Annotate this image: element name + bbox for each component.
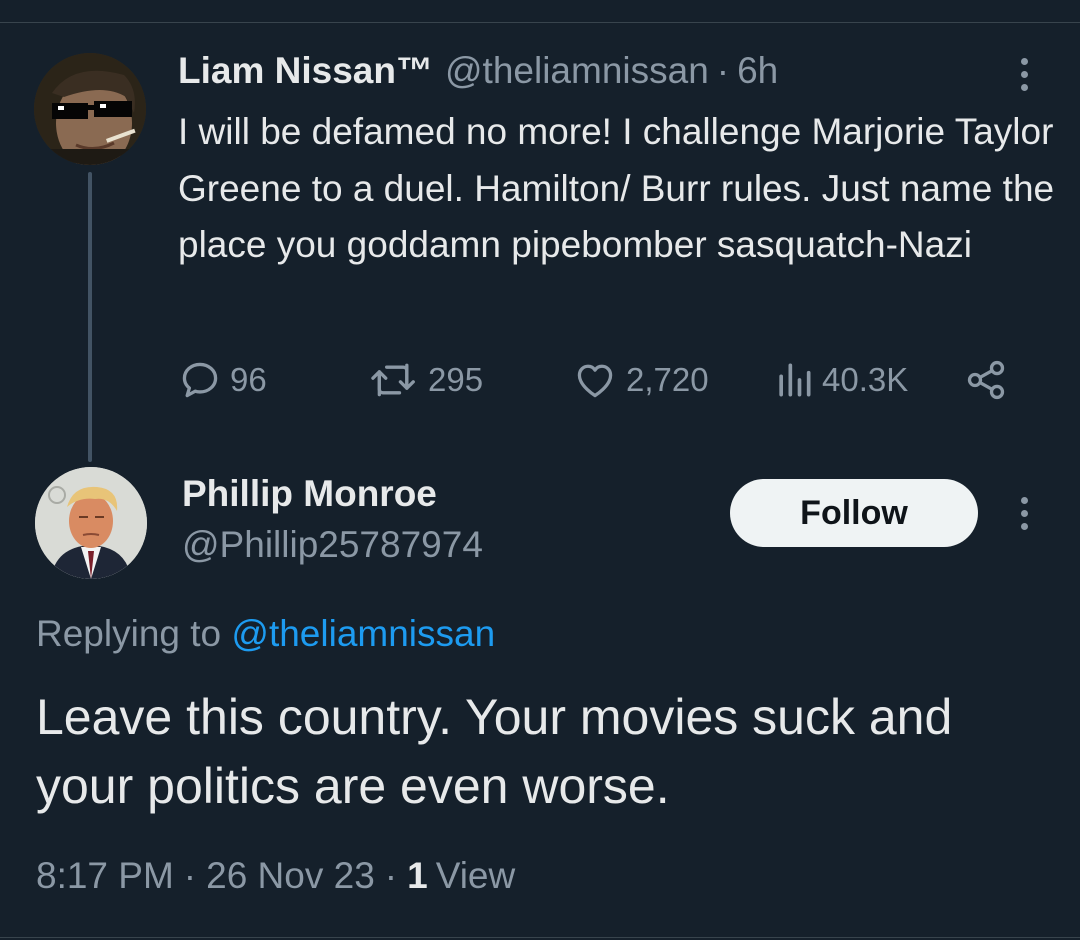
reply-icon bbox=[182, 362, 218, 398]
replying-to-line: Replying to @theliamnissan bbox=[36, 613, 495, 655]
more-icon[interactable] bbox=[1010, 497, 1038, 537]
reply-view-label[interactable]: View bbox=[436, 855, 516, 897]
views-icon bbox=[779, 363, 811, 397]
parent-handle[interactable]: @theliamnissan bbox=[445, 50, 709, 92]
parent-timestamp[interactable]: 6h bbox=[737, 50, 778, 92]
replying-mention-link[interactable]: @theliamnissan bbox=[231, 613, 495, 654]
retweet-icon bbox=[371, 363, 415, 397]
replying-prefix: Replying to bbox=[36, 613, 222, 654]
reply-handle[interactable]: @Phillip25787974 bbox=[182, 524, 483, 566]
reply-tweet-text: Leave this country. Your movies suck and… bbox=[36, 689, 953, 814]
phillip-avatar[interactable] bbox=[35, 467, 147, 579]
bottom-divider bbox=[0, 937, 1080, 938]
liam-avatar[interactable] bbox=[34, 53, 146, 165]
like-button[interactable]: 2,720 bbox=[572, 352, 709, 408]
share-button[interactable] bbox=[964, 352, 1008, 408]
meta-separator: · bbox=[183, 855, 197, 896]
parent-tweet-header: Liam Nissan™ @theliamnissan · 6h bbox=[178, 50, 778, 94]
views-count: 40.3K bbox=[822, 361, 909, 398]
avatar-image bbox=[34, 53, 146, 165]
meta-separator: · bbox=[384, 855, 398, 896]
top-divider bbox=[0, 22, 1080, 23]
reply-view-count[interactable]: 1 bbox=[407, 855, 428, 897]
like-count: 2,720 bbox=[626, 361, 709, 398]
views-button[interactable]: 40.3K bbox=[774, 352, 908, 408]
reply-date[interactable]: 26 Nov 23 bbox=[206, 855, 375, 897]
retweet-count: 295 bbox=[428, 361, 484, 398]
reply-meta-line: 8:17 PM · 26 Nov 23 · 1 View bbox=[36, 855, 515, 897]
reply-time[interactable]: 8:17 PM bbox=[36, 855, 174, 897]
parent-tweet-text: I will be defamed no more! I challenge M… bbox=[178, 111, 1055, 265]
retweet-button[interactable]: 295 bbox=[368, 352, 483, 408]
follow-button[interactable]: Follow bbox=[730, 479, 978, 547]
more-icon[interactable] bbox=[1010, 58, 1038, 98]
reply-display-name[interactable]: Phillip Monroe bbox=[182, 473, 437, 515]
header-separator: · bbox=[716, 50, 730, 91]
parent-display-name[interactable]: Liam Nissan™ bbox=[178, 50, 433, 92]
thread-connector bbox=[88, 172, 92, 462]
tweet-action-bar: 96 295 2,720 40.3K bbox=[178, 352, 1018, 408]
reply-count: 96 bbox=[230, 361, 267, 398]
reply-button[interactable]: 96 bbox=[178, 352, 267, 408]
like-icon bbox=[577, 364, 613, 398]
avatar-image bbox=[35, 467, 147, 579]
share-icon bbox=[967, 360, 1005, 400]
